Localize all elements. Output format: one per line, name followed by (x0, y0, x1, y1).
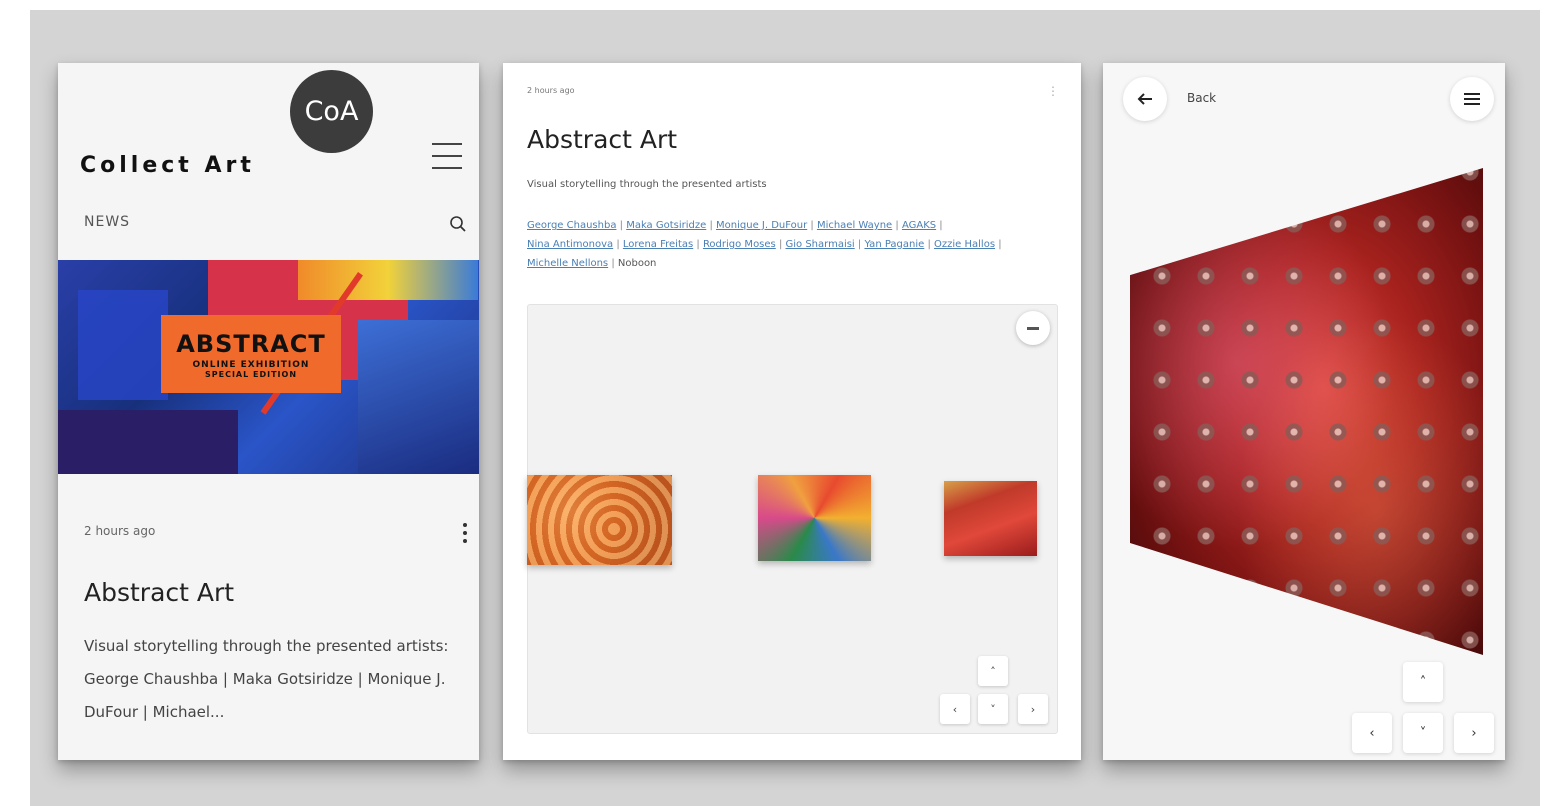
nav-down-button[interactable]: ˅ (1403, 713, 1443, 753)
artwork-thumbnail[interactable] (758, 475, 871, 561)
artist-link[interactable]: Ozzie Hallos (934, 239, 995, 250)
page-subtitle: Visual storytelling through the presente… (527, 179, 767, 190)
artist-link[interactable]: Gio Sharmaisi (786, 239, 855, 250)
card-description: Visual storytelling through the presente… (84, 637, 449, 721)
hero-subtitle: ONLINE EXHIBITION (192, 359, 310, 370)
artist-links: George Chaushba | Maka Gotsiridze | Moni… (527, 220, 1002, 269)
nav-right-button[interactable]: › (1454, 713, 1494, 753)
brand-name[interactable]: Collect Art (80, 153, 255, 178)
artist-link[interactable]: Nina Antimonova (527, 239, 613, 250)
hero-title: ABSTRACT (176, 329, 326, 358)
artist-link[interactable]: Lorena Freitas (623, 239, 693, 250)
hero-edition: SPECIAL EDITION (204, 369, 298, 379)
nav-right-button[interactable]: › (1018, 694, 1048, 724)
artist-link[interactable]: Michael Wayne (817, 220, 892, 231)
hamburger-menu-icon[interactable] (432, 140, 462, 172)
back-label[interactable]: Back (1187, 91, 1216, 105)
exhibition-hero-image[interactable]: ABSTRACT ONLINE EXHIBITION SPECIAL EDITI… (58, 260, 479, 474)
search-icon[interactable] (449, 215, 467, 233)
nav-up-button[interactable]: ˄ (978, 656, 1008, 686)
artist-link[interactable]: George Chaushba (527, 220, 616, 231)
post-timestamp: 2 hours ago (527, 86, 575, 95)
artist-link[interactable]: Maka Gotsiridze (626, 220, 706, 231)
coa-logo[interactable]: CoA (290, 70, 373, 153)
minus-icon[interactable] (1016, 311, 1050, 345)
post-timestamp: 2 hours ago (84, 524, 156, 538)
back-arrow-icon[interactable] (1123, 77, 1167, 121)
card-title[interactable]: Abstract Art (84, 578, 234, 607)
artist-link[interactable]: Monique J. DuFour (716, 220, 807, 231)
hamburger-menu-icon[interactable] (1450, 77, 1494, 121)
artist-link[interactable]: Michelle Nellons (527, 258, 608, 269)
more-options-icon[interactable]: ⋮ (1047, 84, 1059, 98)
more-options-icon[interactable] (463, 523, 469, 543)
artist-link[interactable]: Yan Paganie (864, 239, 924, 250)
artist-link[interactable]: AGAKS (902, 220, 936, 231)
section-label-news[interactable]: NEWS (84, 214, 130, 230)
nav-up-button[interactable]: ˄ (1403, 662, 1443, 702)
nav-left-button[interactable]: ‹ (1352, 713, 1392, 753)
nav-down-button[interactable]: ˅ (978, 694, 1008, 724)
hero-exhibition-banner: ABSTRACT ONLINE EXHIBITION SPECIAL EDITI… (161, 315, 341, 393)
artwork-thumbnail[interactable] (944, 481, 1037, 556)
page-title: Abstract Art (527, 125, 678, 154)
artist-link[interactable]: Rodrigo Moses (703, 239, 776, 250)
artist-name: Noboon (617, 258, 657, 269)
nav-left-button[interactable]: ‹ (940, 694, 970, 724)
artwork-thumbnail[interactable] (527, 475, 672, 565)
